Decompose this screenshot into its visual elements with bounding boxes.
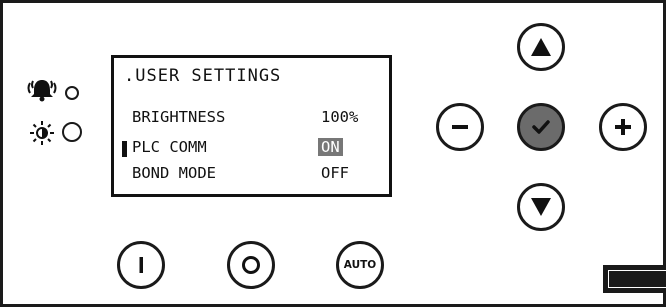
screen-title: .USER SETTINGS bbox=[124, 66, 282, 86]
power-off-button[interactable] bbox=[227, 241, 275, 289]
setting-label: BOND MODE bbox=[132, 164, 216, 182]
status-bar-inner bbox=[608, 270, 666, 288]
setting-row-bond-mode: BOND MODE OFF bbox=[132, 164, 382, 186]
plus-icon bbox=[615, 119, 631, 135]
down-button[interactable] bbox=[517, 183, 565, 231]
check-icon bbox=[532, 120, 550, 134]
plus-button[interactable] bbox=[599, 103, 647, 151]
power-on-icon bbox=[139, 257, 143, 273]
up-button[interactable] bbox=[517, 23, 565, 71]
setting-value: 100% bbox=[321, 108, 359, 126]
selection-cursor bbox=[122, 141, 127, 157]
auto-label: AUTO bbox=[343, 259, 377, 271]
confirm-button[interactable] bbox=[517, 103, 565, 151]
control-panel: .USER SETTINGS BRIGHTNESS 100% PLC COMM … bbox=[0, 0, 666, 307]
auto-button[interactable]: AUTO bbox=[336, 241, 384, 289]
alarm-bell-icon bbox=[27, 80, 57, 102]
alarm-led bbox=[65, 86, 79, 100]
minus-button[interactable] bbox=[436, 103, 484, 151]
setting-row-plc-comm: PLC COMM ON bbox=[132, 138, 382, 160]
lcd-screen: .USER SETTINGS BRIGHTNESS 100% PLC COMM … bbox=[111, 55, 392, 197]
arrow-down-icon bbox=[531, 198, 551, 216]
arrow-up-icon bbox=[531, 38, 551, 56]
setting-label: BRIGHTNESS bbox=[132, 108, 226, 126]
power-off-icon bbox=[242, 256, 260, 274]
setting-row-brightness: BRIGHTNESS 100% bbox=[132, 108, 382, 130]
setting-label: PLC COMM bbox=[132, 138, 207, 156]
setting-value-selected: ON bbox=[318, 138, 343, 156]
sun-icon bbox=[30, 121, 54, 145]
setting-value: OFF bbox=[321, 164, 349, 182]
brightness-led bbox=[62, 122, 82, 142]
power-on-button[interactable] bbox=[117, 241, 165, 289]
minus-icon bbox=[452, 125, 468, 129]
status-bar-display bbox=[603, 265, 666, 293]
